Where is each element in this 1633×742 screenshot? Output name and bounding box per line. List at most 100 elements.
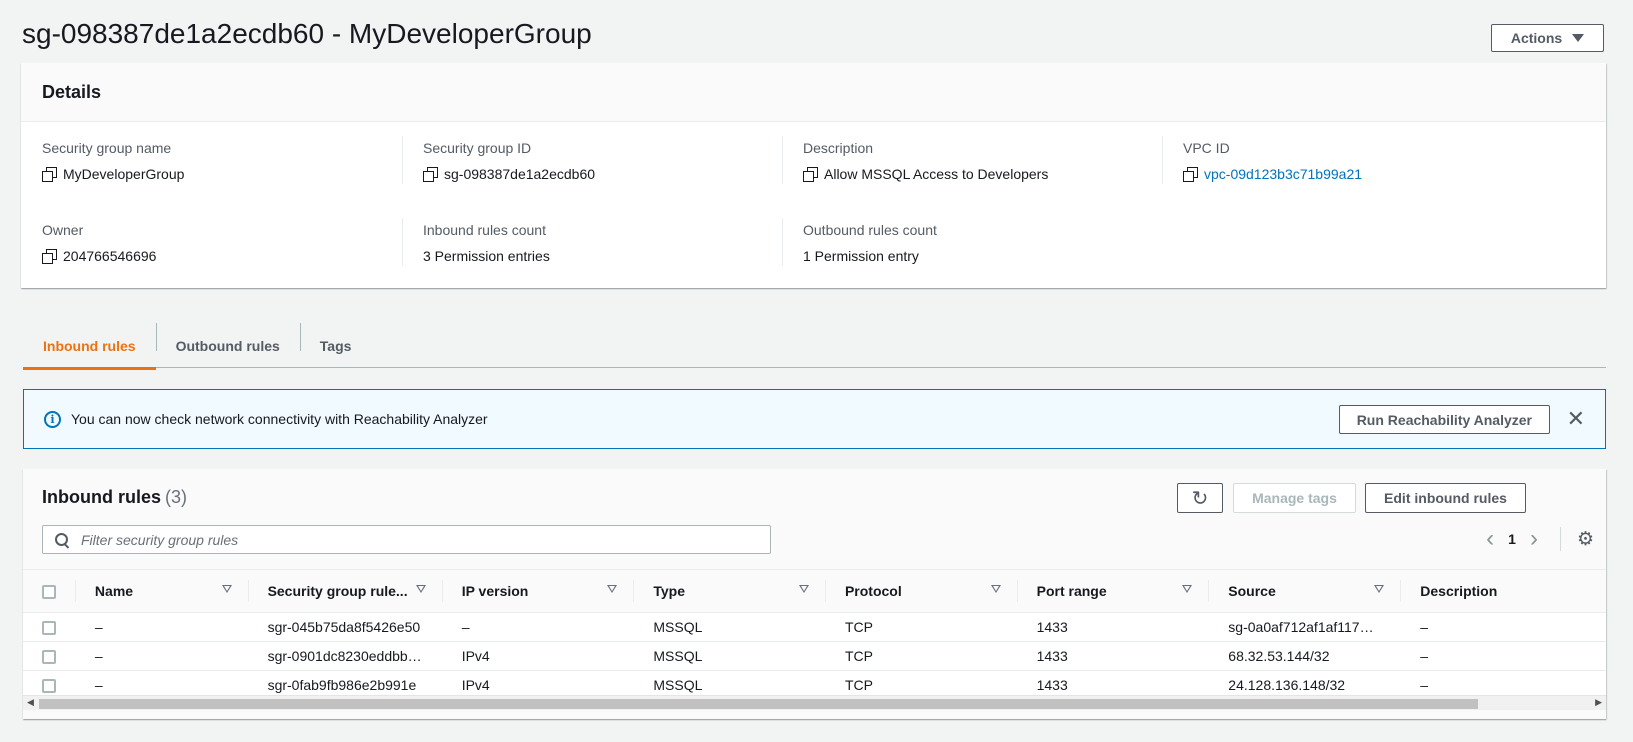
chevron-left-icon[interactable]: ‹ (1486, 527, 1494, 551)
field-security-group-name: Security group name MyDeveloperGroup (42, 140, 422, 182)
filter-box (42, 525, 771, 554)
run-reachability-analyzer-button[interactable]: Run Reachability Analyzer (1338, 405, 1550, 434)
col-name[interactable]: Name (74, 569, 248, 613)
rules-count: (3) (165, 487, 187, 507)
refresh-button[interactable]: ↻ (1177, 483, 1223, 513)
table-row[interactable]: – sgr-0901dc8230eddbb… IPv4 MSSQL TCP 14… (23, 641, 1606, 671)
info-banner: i You can now check network connectivity… (23, 389, 1606, 449)
field-label: Description (803, 140, 874, 156)
field-value: 3 Permission entries (423, 248, 550, 264)
actions-button[interactable]: Actions (1491, 24, 1604, 52)
search-icon (55, 532, 69, 547)
col-protocol[interactable]: Protocol (824, 569, 1017, 613)
col-rule-id[interactable]: Security group rule... (247, 569, 442, 613)
filter-input[interactable] (81, 531, 761, 548)
vpc-id-link[interactable]: vpc-09d123b3c71b99a21 (1204, 166, 1362, 182)
copy-icon[interactable] (42, 249, 57, 264)
banner-text: You can now check network connectivity w… (71, 411, 488, 427)
tab-tags[interactable]: Tags (299, 323, 372, 368)
row-checkbox[interactable] (42, 650, 56, 665)
field-description: Description Allow MSSQL Access to Develo… (803, 140, 1183, 182)
caret-down-icon (1572, 34, 1585, 42)
table-row[interactable]: – sgr-045b75da8f5426e50 – MSSQL TCP 1433… (23, 612, 1606, 642)
select-all-cell (23, 569, 75, 613)
chevron-right-icon[interactable]: › (1530, 527, 1538, 551)
field-label: Owner (42, 222, 84, 238)
tab-bar: Inbound rules Outbound rules Tags (23, 323, 1606, 370)
column-label: Security group rule... (267, 583, 408, 599)
cell-rule-id: sgr-0901dc8230eddbb… (247, 641, 442, 671)
row-checkbox[interactable] (42, 621, 56, 636)
col-description[interactable]: Description (1400, 569, 1606, 613)
horizontal-scrollbar[interactable]: ◀ ▶ (23, 695, 1606, 710)
row-checkbox[interactable] (42, 679, 56, 694)
column-label: Protocol (844, 583, 902, 599)
close-icon[interactable]: ✕ (1567, 408, 1585, 430)
rules-title-text: Inbound rules (42, 487, 161, 507)
inbound-rules-panel: Inbound rules (3) ↻ Manage tags Edit inbo… (23, 469, 1606, 719)
sort-icon[interactable] (1182, 585, 1193, 593)
cell-description: – (1400, 641, 1606, 671)
details-heading: Details (21, 63, 1606, 122)
gear-icon[interactable]: ⚙ (1577, 528, 1594, 551)
info-icon: i (44, 410, 61, 428)
tab-outbound-rules[interactable]: Outbound rules (155, 323, 300, 368)
sort-icon[interactable] (221, 585, 232, 593)
sort-icon[interactable] (1374, 585, 1385, 593)
field-label: Security group name (42, 140, 172, 156)
scroll-left-icon[interactable]: ◀ (27, 697, 34, 708)
col-port-range[interactable]: Port range (1016, 569, 1209, 613)
cell-port-range: 1433 (1016, 641, 1209, 671)
cell-ip-version: IPv4 (441, 641, 634, 671)
field-outbound-rules-count: Outbound rules count 1 Permission entry (803, 222, 1183, 264)
rules-title: Inbound rules (3) (42, 487, 187, 508)
details-grid: Security group name MyDeveloperGroup Sec… (21, 122, 1606, 288)
select-all-checkbox[interactable] (42, 585, 56, 600)
cell-protocol: TCP (824, 612, 1017, 642)
col-source[interactable]: Source (1208, 569, 1401, 613)
cell-rule-id: sgr-045b75da8f5426e50 (247, 612, 442, 642)
cell-source: sg-0a0af712af1af117… (1208, 612, 1401, 642)
sort-icon[interactable] (798, 585, 809, 593)
field-label: VPC ID (1183, 140, 1230, 156)
field-value: sg-098387de1a2ecdb60 (444, 166, 596, 182)
field-label: Outbound rules count (803, 222, 937, 238)
col-type[interactable]: Type (633, 569, 825, 613)
column-label: Name (94, 583, 134, 599)
rules-table: Name Security group rule... IP version T… (23, 569, 1606, 700)
field-value: 1 Permission entry (803, 248, 919, 264)
field-security-group-id: Security group ID sg-098387de1a2ecdb60 (423, 140, 803, 182)
cell-port-range: 1433 (1016, 612, 1209, 642)
page-number[interactable]: 1 (1508, 531, 1516, 547)
copy-icon[interactable] (803, 167, 818, 182)
refresh-icon: ↻ (1191, 487, 1209, 510)
edit-inbound-rules-button[interactable]: Edit inbound rules (1365, 483, 1526, 513)
sort-icon[interactable] (990, 585, 1001, 593)
cell-protocol: TCP (824, 641, 1017, 671)
copy-icon[interactable] (423, 167, 438, 182)
sort-icon[interactable] (607, 585, 618, 593)
cell-source: 68.32.53.144/32 (1208, 641, 1401, 671)
cell-name: – (74, 612, 248, 642)
cell-description: – (1400, 612, 1606, 642)
actions-label: Actions (1510, 30, 1563, 46)
cell-name: – (74, 641, 248, 671)
column-label: IP version (461, 583, 529, 599)
copy-icon[interactable] (42, 167, 57, 182)
column-label: Type (653, 583, 685, 599)
row-select-cell (23, 641, 75, 671)
tab-inbound-rules[interactable]: Inbound rules (23, 323, 156, 370)
row-select-cell (23, 612, 75, 642)
copy-icon[interactable] (1183, 167, 1198, 182)
field-label: Inbound rules count (423, 222, 546, 238)
col-ip-version[interactable]: IP version (441, 569, 634, 613)
field-value: 204766546696 (63, 248, 157, 264)
field-owner: Owner 204766546696 (42, 222, 422, 264)
scroll-right-icon[interactable]: ▶ (1595, 697, 1602, 708)
details-panel: Details Security group name MyDeveloperG… (21, 63, 1606, 288)
field-inbound-rules-count: Inbound rules count 3 Permission entries (423, 222, 803, 264)
manage-tags-button[interactable]: Manage tags (1233, 483, 1356, 513)
sort-icon[interactable] (415, 585, 426, 593)
scrollbar-thumb[interactable] (39, 699, 1478, 709)
table-header-row: Name Security group rule... IP version T… (23, 569, 1606, 613)
